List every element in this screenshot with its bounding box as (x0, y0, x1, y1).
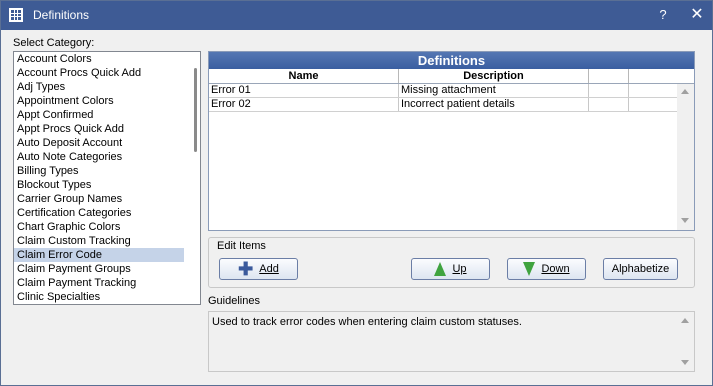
column-header-extra-2[interactable] (629, 69, 678, 83)
category-item[interactable]: Appt Procs Quick Add (14, 122, 184, 136)
row-description-cell: Missing attachment (399, 84, 589, 97)
category-item[interactable]: Appointment Colors (14, 94, 184, 108)
close-button[interactable]: ✕ (687, 5, 707, 25)
category-item[interactable]: Auto Note Categories (14, 150, 184, 164)
edit-items-group: Edit Items ✚ Add Up Down Alphabetize (208, 237, 695, 288)
scroll-up-arrow-icon[interactable] (681, 318, 689, 323)
up-button-label: Up (452, 263, 467, 275)
table-row[interactable]: Error 01 Missing attachment (209, 84, 694, 98)
column-header-name[interactable]: Name (209, 69, 399, 83)
category-item[interactable]: Claim Error Code (14, 248, 184, 262)
plus-icon: ✚ (238, 259, 254, 279)
row-extra-cell (589, 98, 629, 111)
definitions-grid: Definitions Name Description Error 01 Mi… (208, 51, 695, 231)
row-name-cell: Error 02 (209, 98, 399, 111)
category-item[interactable]: Claim Payment Tracking (14, 276, 184, 290)
grid-body: Error 01 Missing attachment Error 02 Inc… (209, 84, 694, 230)
category-item[interactable]: Claim Custom Tracking (14, 234, 184, 248)
add-button[interactable]: ✚ Add (219, 258, 298, 280)
guidelines-text: Used to track error codes when entering … (212, 316, 522, 328)
alphabetize-button-label: Alphabetize (611, 263, 670, 275)
category-item[interactable]: Account Colors (14, 52, 184, 66)
category-item[interactable]: Clinic Specialties (14, 290, 184, 304)
scroll-up-arrow-icon[interactable] (681, 89, 689, 94)
row-extra-cell (589, 84, 629, 97)
row-extra-cell (629, 84, 678, 97)
category-item[interactable]: Claim Payment Groups (14, 262, 184, 276)
category-item[interactable]: Appt Confirmed (14, 108, 184, 122)
guidelines-scrollbar[interactable] (677, 312, 694, 371)
scroll-down-arrow-icon[interactable] (681, 360, 689, 365)
grid-header-row: Name Description (209, 69, 694, 84)
row-extra-cell (629, 98, 678, 111)
row-description-cell: Incorrect patient details (399, 98, 589, 111)
category-item[interactable]: Certification Categories (14, 206, 184, 220)
category-item[interactable]: Auto Deposit Account (14, 136, 184, 150)
column-header-extra-1[interactable] (589, 69, 629, 83)
green-down-arrow-icon (523, 262, 536, 276)
grid-vertical-scrollbar[interactable] (677, 84, 694, 230)
table-row[interactable]: Error 02 Incorrect patient details (209, 98, 694, 112)
definitions-window: Definitions ? ✕ Select Category: Account… (0, 0, 713, 386)
category-item[interactable]: Carrier Group Names (14, 192, 184, 206)
category-list[interactable]: Account Colors Account Procs Quick Add Adj… (13, 51, 201, 305)
category-item[interactable]: Billing Types (14, 164, 184, 178)
window-title: Definitions (33, 8, 90, 22)
guidelines-textbox[interactable]: Used to track error codes when entering … (208, 311, 695, 372)
down-button-label: Down (541, 263, 570, 275)
select-category-label: Select Category: (13, 37, 95, 49)
up-button[interactable]: Up (411, 258, 490, 280)
down-button[interactable]: Down (507, 258, 586, 280)
category-item[interactable]: Chart Graphic Colors (14, 220, 184, 234)
category-item[interactable]: Blockout Types (14, 178, 184, 192)
alphabetize-button[interactable]: Alphabetize (603, 258, 678, 280)
column-header-description[interactable]: Description (399, 69, 589, 83)
app-grid-icon (9, 8, 23, 22)
scroll-down-arrow-icon[interactable] (681, 218, 689, 223)
help-button[interactable]: ? (655, 7, 671, 23)
add-button-label: Add (259, 263, 279, 275)
edit-items-title: Edit Items (217, 240, 266, 252)
title-bar: Definitions ? ✕ (1, 1, 712, 30)
green-up-arrow-icon (434, 262, 447, 276)
category-item[interactable]: Adj Types (14, 80, 184, 94)
category-item[interactable]: Account Procs Quick Add (14, 66, 184, 80)
category-scrollbar-thumb[interactable] (194, 68, 197, 152)
definitions-grid-title: Definitions (209, 52, 694, 69)
row-name-cell: Error 01 (209, 84, 399, 97)
guidelines-label: Guidelines (208, 295, 260, 307)
